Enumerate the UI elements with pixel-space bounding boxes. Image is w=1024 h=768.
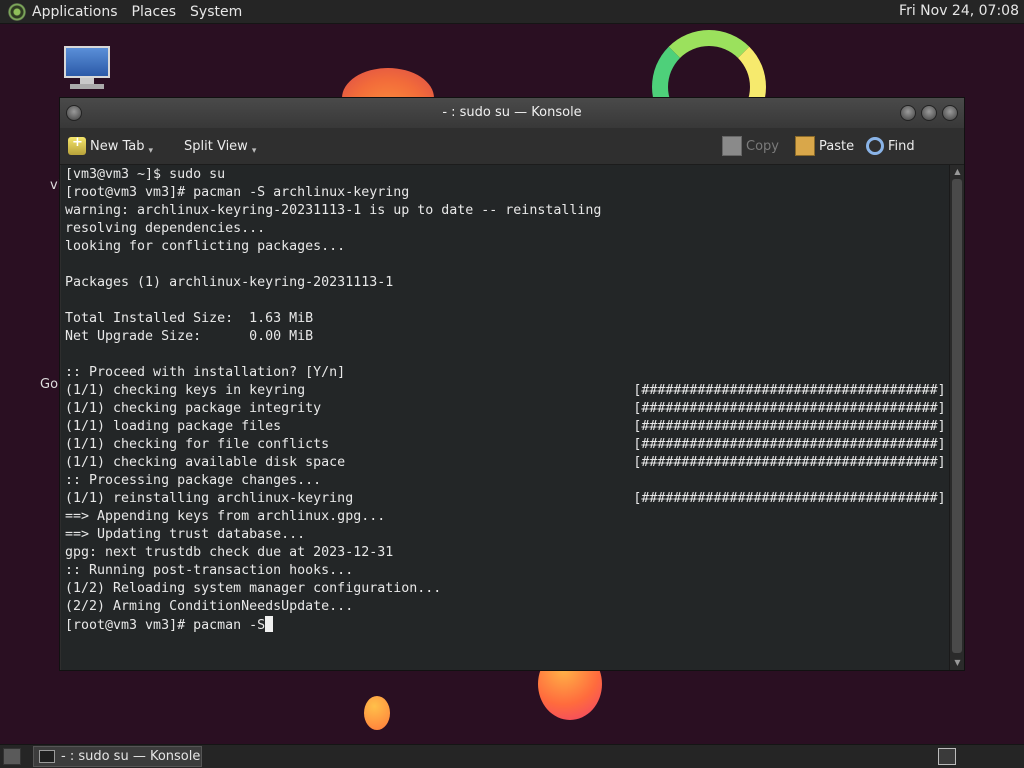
window-title: - : sudo su — Konsole	[442, 105, 582, 120]
copy-icon	[722, 136, 742, 156]
new-tab-button[interactable]: New Tab ▾	[68, 135, 154, 156]
search-icon	[866, 137, 884, 155]
terminal-icon	[39, 750, 55, 763]
window-titlebar[interactable]: - : sudo su — Konsole	[60, 98, 964, 128]
copy-label: Copy	[746, 138, 779, 154]
wallpaper-blob	[364, 696, 390, 730]
distro-logo-icon[interactable]	[8, 2, 26, 21]
new-tab-icon	[68, 135, 86, 155]
scrollbar-thumb[interactable]	[952, 179, 962, 653]
find-label: Find	[888, 138, 915, 154]
terminal-cursor	[265, 616, 274, 632]
monitor-base	[70, 84, 104, 89]
maximize-button[interactable]	[921, 105, 937, 121]
show-desktop-icon[interactable]	[3, 748, 21, 765]
terminal-line: (2/2) Arming ConditionNeedsUpdate...	[65, 599, 354, 614]
bottom-panel: - : sudo su — Konsole	[0, 744, 1024, 768]
paste-icon	[795, 136, 815, 156]
monitor-screen	[64, 46, 110, 78]
terminal-line: (1/1) checking keys in keyring [########…	[65, 383, 949, 398]
split-view-button[interactable]: Split View ▾	[184, 136, 257, 157]
terminal-view[interactable]: [vm3@vm3 ~]$ sudo su [root@vm3 vm3]# pacm…	[61, 165, 949, 670]
terminal-line: resolving dependencies...	[65, 221, 266, 236]
terminal-line: [root@vm3 vm3]# pacman -S	[65, 616, 949, 634]
terminal-line: :: Proceed with installation? [Y/n]	[65, 365, 346, 380]
split-view-label: Split View	[184, 138, 248, 154]
copy-button[interactable]: Copy	[722, 136, 779, 156]
konsole-window: - : sudo su — Konsole New Tab ▾ Split Vi…	[59, 97, 965, 671]
paste-label: Paste	[819, 138, 855, 154]
terminal-line: (1/1) checking for file conflicts [#####…	[65, 437, 949, 452]
terminal-line: Net Upgrade Size: 0.00 MiB	[65, 329, 314, 344]
terminal-line: [vm3@vm3 ~]$ sudo su	[65, 167, 226, 182]
window-menu-button[interactable]	[66, 105, 82, 121]
terminal-line: warning: archlinux-keyring-20231113-1 is…	[65, 203, 602, 218]
terminal-line: ==> Appending keys from archlinux.gpg...	[65, 509, 386, 524]
chevron-down-icon: ▾	[251, 146, 257, 156]
desktop-icon-label-fragment: Go	[40, 377, 59, 392]
chevron-down-icon: ▾	[148, 146, 154, 156]
terminal-line: (1/1) loading package files [###########…	[65, 419, 949, 434]
menu-applications[interactable]: Applications	[32, 4, 118, 20]
find-button[interactable]: Find	[866, 136, 915, 156]
terminal-line: (1/1) checking available disk space [###…	[65, 455, 949, 470]
terminal-line: Packages (1) archlinux-keyring-20231113-…	[65, 275, 394, 290]
computer-icon[interactable]	[62, 44, 114, 96]
terminal-line: (1/1) checking package integrity [######…	[65, 401, 949, 416]
taskbar-item-konsole[interactable]: - : sudo su — Konsole	[33, 746, 202, 767]
terminal-line: gpg: next trustdb check due at 2023-12-3…	[65, 545, 394, 560]
terminal-line: (1/2) Reloading system manager configura…	[65, 581, 442, 596]
toolbar: New Tab ▾ Split View ▾ Copy Paste Find	[60, 128, 964, 165]
terminal-line: :: Running post-transaction hooks...	[65, 563, 354, 578]
menu-places[interactable]: Places	[132, 4, 177, 20]
terminal-scrollbar[interactable]: ▲ ▼	[949, 165, 964, 670]
terminal-line: (1/1) reinstalling archlinux-keyring [##…	[65, 491, 949, 506]
terminal-output: [vm3@vm3 ~]$ sudo su [root@vm3 vm3]# pacm…	[65, 166, 949, 634]
clock[interactable]: Fri Nov 24, 07:08	[899, 3, 1019, 19]
scroll-up-arrow-icon[interactable]: ▲	[952, 167, 963, 177]
scroll-down-arrow-icon[interactable]: ▼	[952, 658, 963, 668]
minimize-button[interactable]	[900, 105, 916, 121]
terminal-line: Total Installed Size: 1.63 MiB	[65, 311, 314, 326]
terminal-line: looking for conflicting packages...	[65, 239, 346, 254]
top-panel: Applications Places System Fri Nov 24, 0…	[0, 0, 1024, 24]
terminal-line: ==> Updating trust database...	[65, 527, 306, 542]
close-button[interactable]	[942, 105, 958, 121]
new-tab-label: New Tab	[90, 138, 145, 154]
menu-system[interactable]: System	[190, 4, 242, 20]
paste-button[interactable]: Paste	[795, 136, 854, 156]
workspace-switcher-icon[interactable]	[938, 748, 956, 765]
taskbar-item-label: - : sudo su — Konsole	[61, 749, 201, 764]
terminal-line: :: Processing package changes...	[65, 473, 322, 488]
terminal-line: [root@vm3 vm3]# pacman -S archlinux-keyr…	[65, 185, 410, 200]
